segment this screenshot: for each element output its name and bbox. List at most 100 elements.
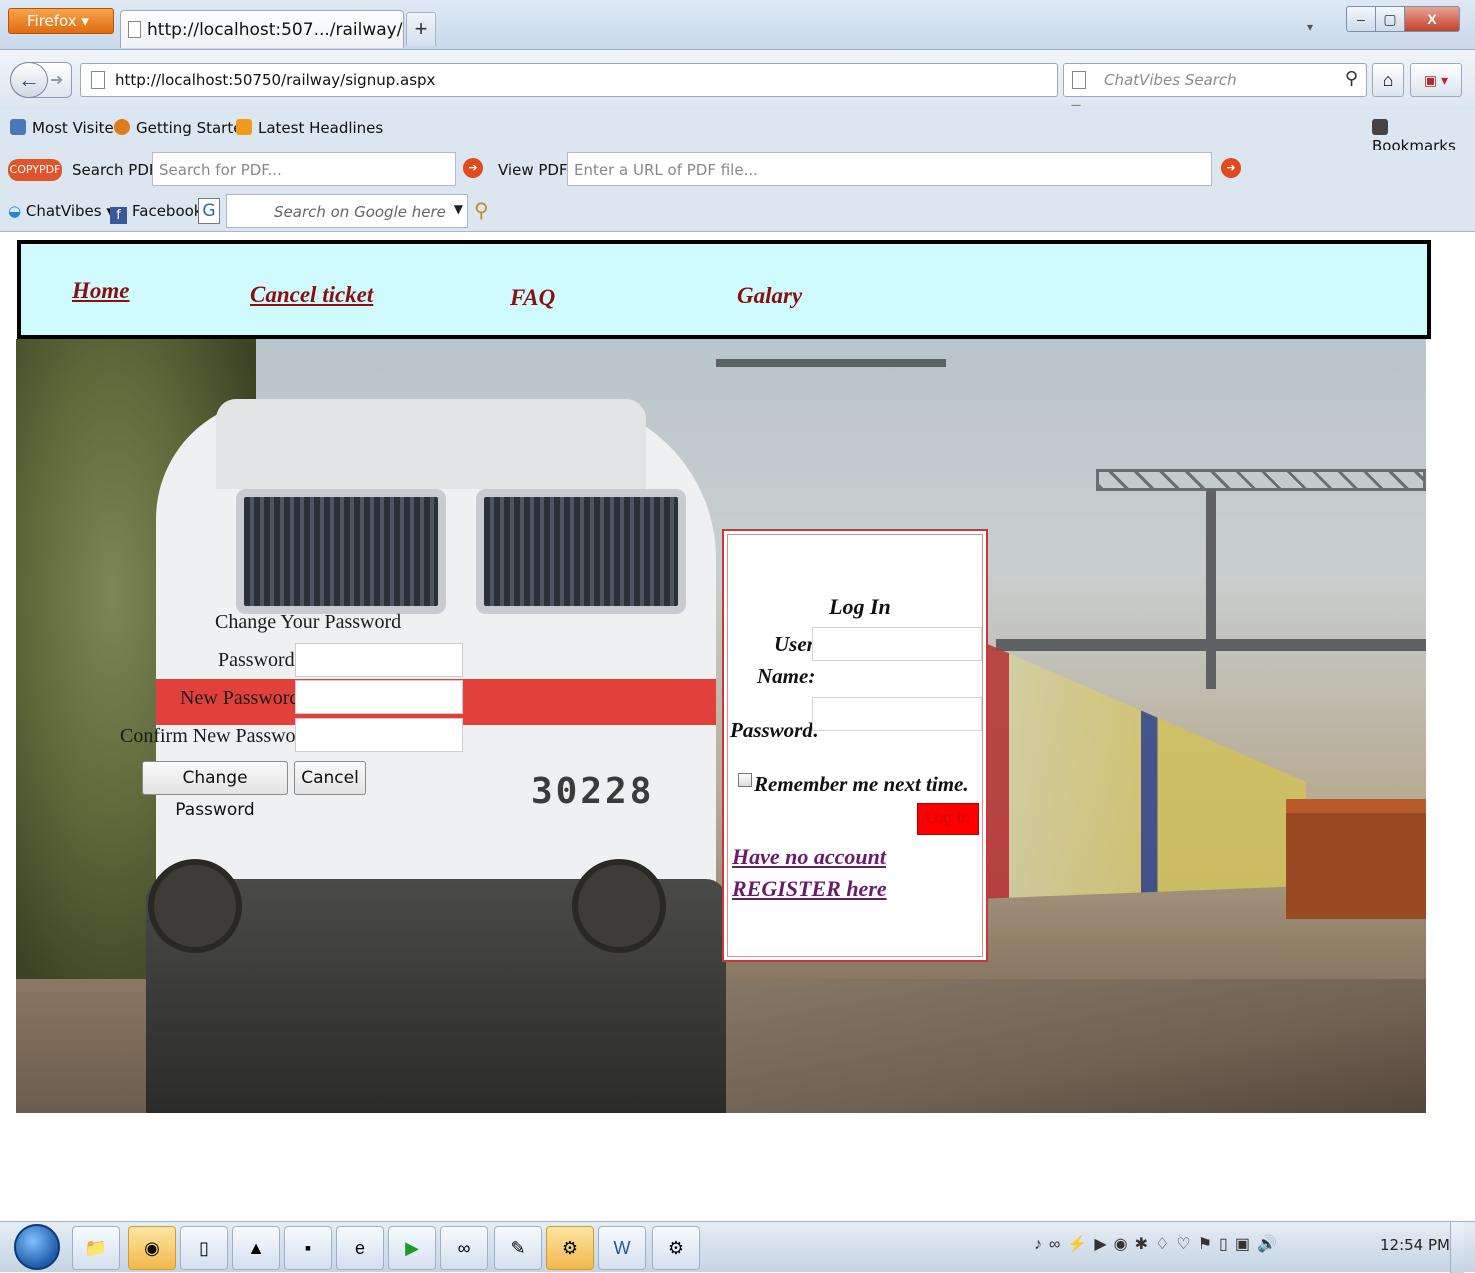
search-pdf-input[interactable]: Search for PDF...: [152, 152, 456, 186]
search-pdf-label: Search PDF:: [72, 161, 162, 179]
view-pdf-input[interactable]: Enter a URL of PDF file...: [567, 152, 1212, 186]
login-button[interactable]: Log In: [917, 803, 979, 835]
show-desktop-button[interactable]: [1450, 1222, 1464, 1273]
firefox-menu-button[interactable]: Firefox ▾: [8, 8, 114, 34]
navigation-toolbar: ← ➜ http://localhost:50750/railway/signu…: [0, 50, 1475, 120]
google-search-input[interactable]: Search on Google here ▼: [226, 194, 468, 228]
system-tray[interactable]: ♪∞⚡▶◉✱♢♡⚑▯▣🔊: [1034, 1234, 1284, 1254]
windows-taskbar: 📁 ◉ ▯ ▲ ▪ e ▶ ∞ ✎ ⚙ W ⚙ ♪∞⚡▶◉✱♢♡⚑▯▣🔊 12:…: [0, 1221, 1475, 1273]
change-password-button[interactable]: Change Password: [142, 761, 288, 820]
chatvibes-toolbar: ◒ ChatVibes ▾ f Facebook G Search on Goog…: [0, 192, 1475, 232]
mast: [1206, 489, 1216, 689]
notepad-icon[interactable]: ▯: [180, 1226, 228, 1270]
chatvibes-icon: ◒: [8, 202, 22, 220]
site-navigation: Home Cancel ticket FAQ Galary: [17, 240, 1431, 339]
locomotive-window-right: [476, 489, 686, 614]
search-placeholder: ChatVibes Search: [1104, 71, 1237, 89]
overhead-wire: [716, 359, 946, 367]
firefox-icon: [114, 119, 130, 135]
change-password-title: Change Your Password: [215, 611, 402, 633]
nav-home-link[interactable]: Home: [72, 278, 130, 304]
username-input[interactable]: [812, 627, 982, 661]
settings-icon[interactable]: ⚙: [652, 1226, 700, 1270]
login-password-input[interactable]: [812, 697, 982, 731]
search-icon[interactable]: ⚲: [474, 198, 489, 222]
view-pdf-go-icon[interactable]: ➔: [1221, 158, 1241, 178]
firefox-taskbar-icon[interactable]: ◉: [128, 1226, 176, 1270]
chevron-down-icon[interactable]: ▼: [454, 202, 463, 216]
rss-icon: [236, 119, 252, 135]
confirm-password-label: Confirm New Password:: [120, 725, 318, 747]
explorer-icon[interactable]: 📁: [72, 1226, 120, 1270]
tab-list-dropdown-icon[interactable]: ▾: [1307, 20, 1313, 34]
search-box[interactable]: ChatVibes Search ⚲: [1063, 63, 1367, 97]
remember-me-checkbox[interactable]: [738, 773, 752, 787]
password-label: Password:: [218, 649, 301, 671]
forward-arrow-icon[interactable]: ➜: [50, 70, 63, 90]
search-icon[interactable]: ⚲: [1345, 68, 1358, 89]
maximize-button[interactable]: ▢: [1375, 6, 1405, 32]
view-pdf-label: View PDF:: [498, 161, 572, 179]
user-label: User: [774, 632, 815, 656]
new-tab-button[interactable]: +: [406, 12, 436, 46]
login-panel: Log In User Name: Password: Remember me …: [722, 529, 988, 962]
facebook-button[interactable]: f Facebook: [110, 202, 202, 224]
start-button[interactable]: [14, 1224, 60, 1270]
word-icon[interactable]: W: [598, 1226, 646, 1270]
window-titlebar: Firefox ▾ http://localhost:507.../railwa…: [0, 0, 1475, 50]
login-password-label: Password:: [730, 718, 820, 742]
facebook-icon: f: [110, 207, 127, 224]
infinity-icon[interactable]: ∞: [440, 1226, 488, 1270]
remember-me-label: Remember me next time.: [754, 772, 969, 796]
train-coaches: [976, 639, 1306, 899]
cmd-icon[interactable]: ▪: [284, 1226, 332, 1270]
minimize-button[interactable]: –: [1346, 6, 1376, 32]
bookmarks-toolbar: Most Visited Getting Started Latest Head…: [0, 106, 1475, 155]
nav-faq-link[interactable]: FAQ: [510, 285, 555, 311]
buffer-left: [148, 859, 242, 953]
cancel-button[interactable]: Cancel: [294, 761, 366, 795]
bookmarks-icon: [1372, 119, 1388, 135]
buffer-right: [572, 859, 666, 953]
bookmark-latest-headlines[interactable]: Latest Headlines: [236, 119, 383, 137]
close-button[interactable]: X: [1404, 6, 1460, 32]
media-player-icon[interactable]: ▶: [388, 1226, 436, 1270]
page-icon: [128, 21, 141, 38]
tab-title: http://localhost:507.../railway/signup.a…: [147, 20, 403, 40]
confirm-password-input[interactable]: [295, 718, 463, 752]
clock[interactable]: 12:54 PM: [1380, 1236, 1450, 1254]
new-password-input[interactable]: [295, 680, 463, 714]
bookmark-getting-started[interactable]: Getting Started: [114, 119, 252, 137]
nav-cancel-ticket-link[interactable]: Cancel ticket: [250, 282, 373, 308]
internet-icon[interactable]: e: [336, 1226, 384, 1270]
locomotive-roof: [216, 399, 646, 489]
register-link[interactable]: Have no account REGISTER here: [732, 841, 972, 905]
bookmark-page-icon: [10, 119, 26, 135]
nav-galary-link[interactable]: Galary: [737, 283, 802, 309]
new-password-label: New Password:: [180, 687, 305, 709]
copypdf-logo[interactable]: COPYPDF: [8, 159, 62, 181]
page-icon: [91, 71, 105, 89]
login-title: Log In: [829, 594, 891, 619]
browser-tab[interactable]: http://localhost:507.../railway/signup.a…: [120, 10, 404, 48]
addon-menu-icon[interactable]: ▣ ▾: [1410, 63, 1462, 97]
gantry: [1096, 469, 1426, 491]
address-bar[interactable]: http://localhost:50750/railway/signup.as…: [80, 63, 1126, 120]
home-icon[interactable]: ⌂: [1372, 63, 1404, 97]
name-label: Name:: [757, 664, 816, 688]
bookmark-most-visited[interactable]: Most Visited: [10, 119, 123, 137]
search-engine-icon[interactable]: [1072, 71, 1086, 89]
visual-studio-icon[interactable]: ⚙: [546, 1226, 594, 1270]
locomotive-window-left: [236, 489, 446, 614]
google-icon[interactable]: G: [198, 198, 220, 224]
current-password-input[interactable]: [295, 643, 463, 677]
search-pdf-go-icon[interactable]: ➔: [463, 158, 483, 178]
vlc-icon[interactable]: ▲: [232, 1226, 280, 1270]
paint-icon[interactable]: ✎: [494, 1226, 542, 1270]
chatvibes-menu[interactable]: ◒ ChatVibes ▾: [8, 202, 114, 220]
back-arrow-icon[interactable]: ←: [10, 62, 48, 98]
distant-locomotive: [1286, 799, 1426, 919]
gantry-beam: [996, 639, 1426, 651]
locomotive-number: 30228: [531, 771, 655, 812]
pdf-toolbar: COPYPDF Search PDF: Search for PDF... ➔ …: [0, 150, 1475, 192]
